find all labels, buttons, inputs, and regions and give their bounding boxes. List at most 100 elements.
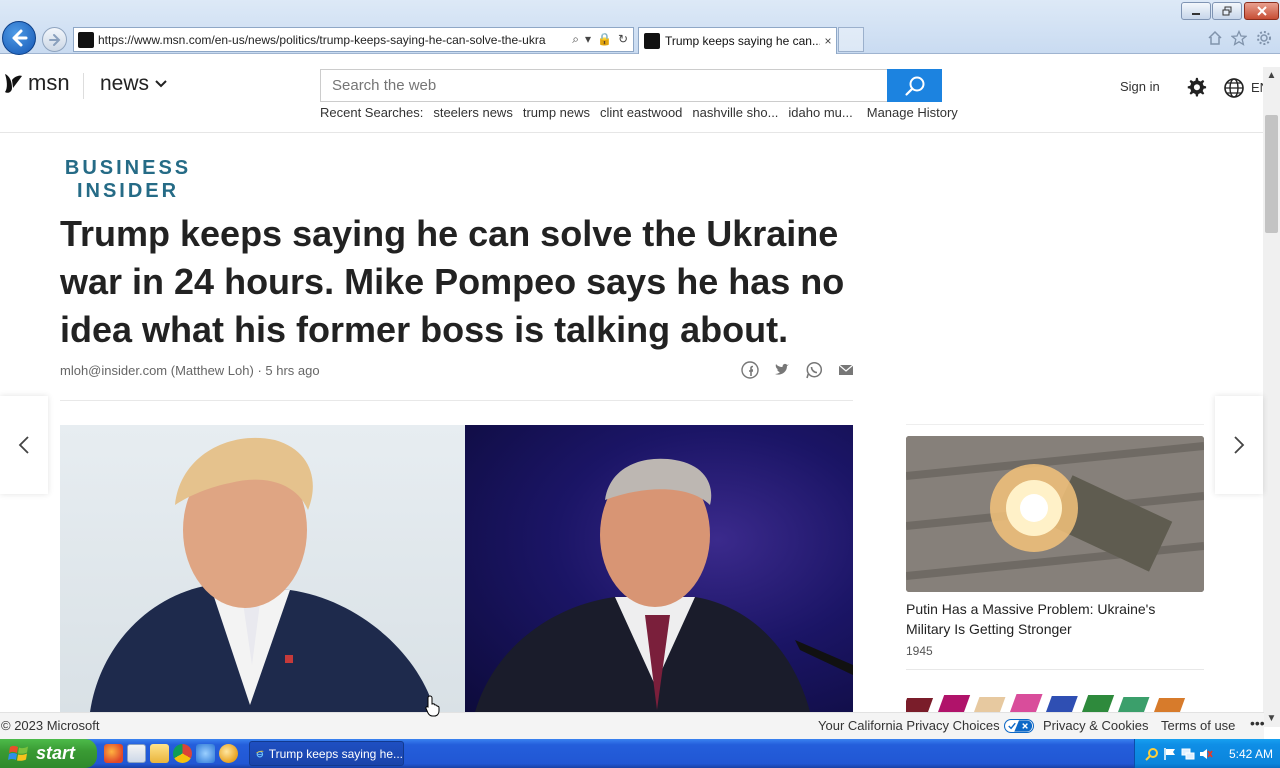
tab-active[interactable]: Trump keeps saying he can... × (638, 27, 837, 54)
article-byline: mloh@insider.com (Matthew Loh) · 5 hrs a… (60, 363, 320, 378)
mail-icon[interactable] (837, 361, 855, 379)
network-icon[interactable] (1181, 747, 1195, 761)
firefox-icon[interactable] (104, 744, 123, 763)
favorites-star-icon[interactable] (1230, 29, 1248, 48)
article-photo-pompeo[interactable] (465, 425, 853, 712)
recent-search-link[interactable]: trump news (523, 105, 590, 120)
hand-cursor-icon (425, 695, 440, 717)
msn-favicon-icon (78, 31, 94, 48)
search-icon[interactable]: ⌕ (572, 32, 579, 47)
related-article-title[interactable]: Putin Has a Massive Problem: Ukraine's M… (906, 599, 1201, 639)
publisher-logo[interactable]: BUSINESS INSIDER (64, 157, 192, 203)
related-article-count: 1945 (906, 644, 933, 658)
recent-search-link[interactable]: steelers news (433, 105, 512, 120)
article-photo-trump[interactable] (60, 425, 465, 712)
divider (60, 400, 853, 401)
recent-search-link[interactable]: idaho mu... (788, 105, 852, 120)
more-options-icon[interactable]: ••• (1250, 715, 1265, 731)
manage-history-link[interactable]: Manage History (867, 105, 958, 120)
start-button[interactable]: start (0, 739, 97, 768)
privacy-choices-link[interactable]: Your California Privacy Choices (818, 718, 1034, 733)
restore-icon (1222, 6, 1232, 16)
start-label: start (36, 743, 76, 763)
privacy-cookies-link[interactable]: Privacy & Cookies (1043, 718, 1148, 733)
logo-text: msn (28, 70, 70, 95)
chevron-right-icon (1234, 436, 1245, 454)
explosion-illustration (906, 436, 1204, 592)
refresh-icon[interactable]: ↻ (618, 32, 628, 47)
facebook-icon[interactable] (741, 361, 759, 379)
media-icon[interactable] (196, 744, 215, 763)
divider (906, 424, 1204, 425)
clock: 5:42 AM (1229, 746, 1274, 761)
books-illustration (906, 694, 1186, 712)
minimize-icon (1192, 13, 1200, 15)
language-selector[interactable]: EN (1251, 80, 1263, 95)
dropdown-icon[interactable]: ▾ (585, 32, 591, 47)
tab-close-icon[interactable]: × (820, 34, 836, 48)
home-icon[interactable] (1206, 30, 1224, 48)
new-tab-button[interactable] (838, 27, 864, 52)
close-window-button[interactable] (1244, 2, 1279, 20)
arrow-left-icon (12, 29, 28, 47)
minimize-button[interactable] (1181, 2, 1211, 20)
privacy-choices-label: Your California Privacy Choices (818, 718, 1000, 733)
system-tray: 5:42 AM (1134, 739, 1280, 768)
section-label: news (100, 72, 150, 95)
notepad-icon[interactable] (127, 744, 146, 763)
msn-header: msn news Recent Searches: steelers news … (0, 55, 1280, 133)
chrome-icon[interactable] (173, 744, 192, 763)
search-input[interactable] (320, 69, 887, 102)
globe-icon[interactable] (1223, 77, 1245, 99)
taskbar-item-title: Trump keeps saying he... (268, 746, 403, 761)
logo-divider (83, 73, 84, 99)
divider (906, 669, 1204, 670)
back-button[interactable] (2, 21, 36, 55)
scroll-up-arrow-icon[interactable]: ▲ (1263, 67, 1280, 84)
terms-of-use-link[interactable]: Terms of use (1161, 718, 1235, 733)
sign-in-link[interactable]: Sign in (1120, 79, 1160, 94)
windows-taskbar: start Trump keeps saying he... 5:42 AM (0, 739, 1280, 768)
recent-search-link[interactable]: clint eastwood (600, 105, 682, 120)
flag-icon[interactable] (1163, 747, 1177, 761)
published-time: 5 hrs ago (265, 363, 320, 378)
next-article-button[interactable] (1215, 396, 1263, 494)
related-article-image[interactable] (906, 436, 1204, 592)
lock-icon[interactable]: 🔒 (597, 32, 612, 47)
search-button[interactable] (887, 69, 942, 102)
scrollbar-thumb[interactable] (1265, 115, 1278, 233)
scroll-down-arrow-icon[interactable]: ▼ (1263, 710, 1280, 727)
page-scrollbar[interactable]: ▲ ▼ (1263, 67, 1280, 727)
msn-logo[interactable]: msn (2, 70, 70, 96)
tools-gear-icon[interactable] (1255, 30, 1273, 48)
related-article-image-2[interactable] (906, 690, 1204, 712)
screen: https://www.msn.com/en-us/news/politics/… (0, 0, 1280, 768)
previous-article-button[interactable] (0, 396, 48, 494)
whatsapp-icon[interactable] (805, 361, 823, 379)
msn-butterfly-icon (5, 74, 22, 93)
article-headline: Trump keeps saying he can solve the Ukra… (60, 213, 845, 350)
tab-title: Trump keeps saying he can... (665, 34, 820, 48)
folder-icon[interactable] (150, 744, 169, 763)
twitter-icon[interactable] (773, 361, 791, 379)
publisher-line-2: INSIDER (76, 180, 180, 202)
internet-explorer-icon (256, 750, 264, 757)
chevron-down-icon (155, 80, 167, 88)
taskbar-item-ie[interactable]: Trump keeps saying he... (249, 741, 404, 766)
url-text[interactable]: https://www.msn.com/en-us/news/politics/… (98, 33, 567, 47)
author: mloh@insider.com (Matthew Loh) (60, 363, 254, 378)
chevron-left-icon (18, 436, 29, 454)
recent-search-link[interactable]: nashville sho... (692, 105, 778, 120)
section-dropdown[interactable]: news (100, 72, 167, 96)
forward-button[interactable] (42, 27, 67, 52)
address-bar[interactable]: https://www.msn.com/en-us/news/politics/… (73, 27, 634, 52)
restore-button[interactable] (1212, 2, 1242, 20)
volume-muted-icon[interactable] (1199, 747, 1213, 761)
search-icon[interactable] (219, 744, 238, 763)
search-icon (904, 76, 924, 96)
windows-flag-icon (8, 745, 28, 761)
close-icon (1256, 6, 1267, 16)
search-icon[interactable] (1145, 747, 1159, 761)
quick-launch (104, 744, 238, 763)
settings-gear-icon[interactable] (1185, 76, 1207, 98)
